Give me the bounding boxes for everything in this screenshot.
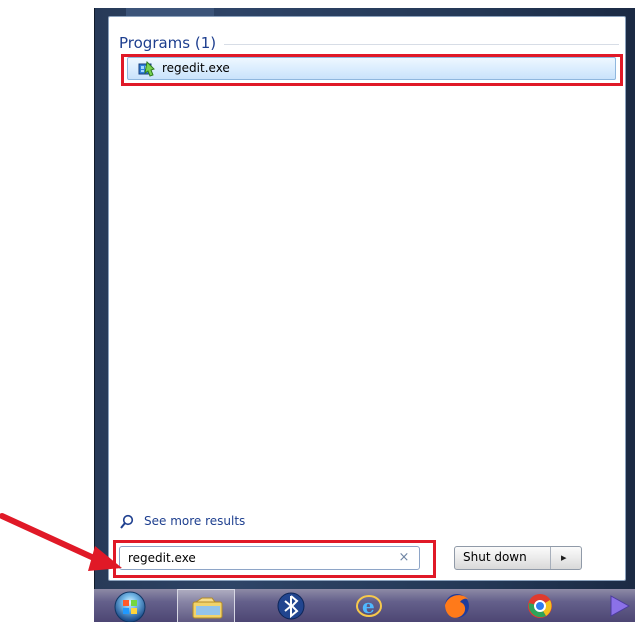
chevron-right-icon: ▸	[561, 551, 567, 564]
taskbar: e	[94, 589, 635, 622]
search-input-value: regedit.exe	[128, 551, 196, 565]
bluetooth-button[interactable]	[270, 589, 312, 622]
chrome-icon	[528, 594, 552, 618]
chrome-button[interactable]	[519, 589, 561, 622]
programs-section-title: Programs (1)	[119, 33, 225, 53]
firefox-icon	[445, 594, 469, 618]
search-icon	[119, 514, 135, 530]
regedit-icon	[138, 60, 156, 77]
internet-explorer-icon: e	[356, 594, 382, 618]
see-more-results-label: See more results	[144, 514, 246, 528]
shutdown-button-group: Shut down ▸	[454, 546, 582, 570]
start-orb-button[interactable]	[106, 589, 154, 622]
see-more-results-link[interactable]: See more results	[119, 512, 309, 532]
regedit-result-label: regedit.exe	[162, 61, 230, 75]
start-menu-results-pane	[108, 16, 626, 581]
internet-explorer-button[interactable]: e	[349, 589, 389, 622]
bluetooth-icon	[277, 592, 305, 620]
start-menu-top-strip	[126, 8, 214, 16]
shutdown-label: Shut down	[463, 550, 527, 564]
clear-icon[interactable]: ×	[397, 551, 411, 565]
firefox-button[interactable]	[437, 589, 477, 622]
media-player-icon	[610, 595, 631, 617]
folder-icon	[192, 597, 223, 619]
windows-orb-icon	[114, 591, 146, 622]
media-player-button[interactable]	[603, 589, 635, 622]
programs-section-header: Programs (1)	[119, 33, 619, 55]
regedit-result-item[interactable]: regedit.exe	[127, 57, 616, 80]
svg-text:e: e	[362, 594, 375, 618]
shutdown-options-button[interactable]: ▸	[550, 547, 581, 569]
start-search-input[interactable]: regedit.exe ×	[119, 546, 420, 570]
screenshot-stage: Programs (1) regedit.exe See more result…	[0, 0, 635, 622]
shutdown-button[interactable]: Shut down	[455, 547, 551, 569]
windows-explorer-button[interactable]	[177, 589, 235, 622]
